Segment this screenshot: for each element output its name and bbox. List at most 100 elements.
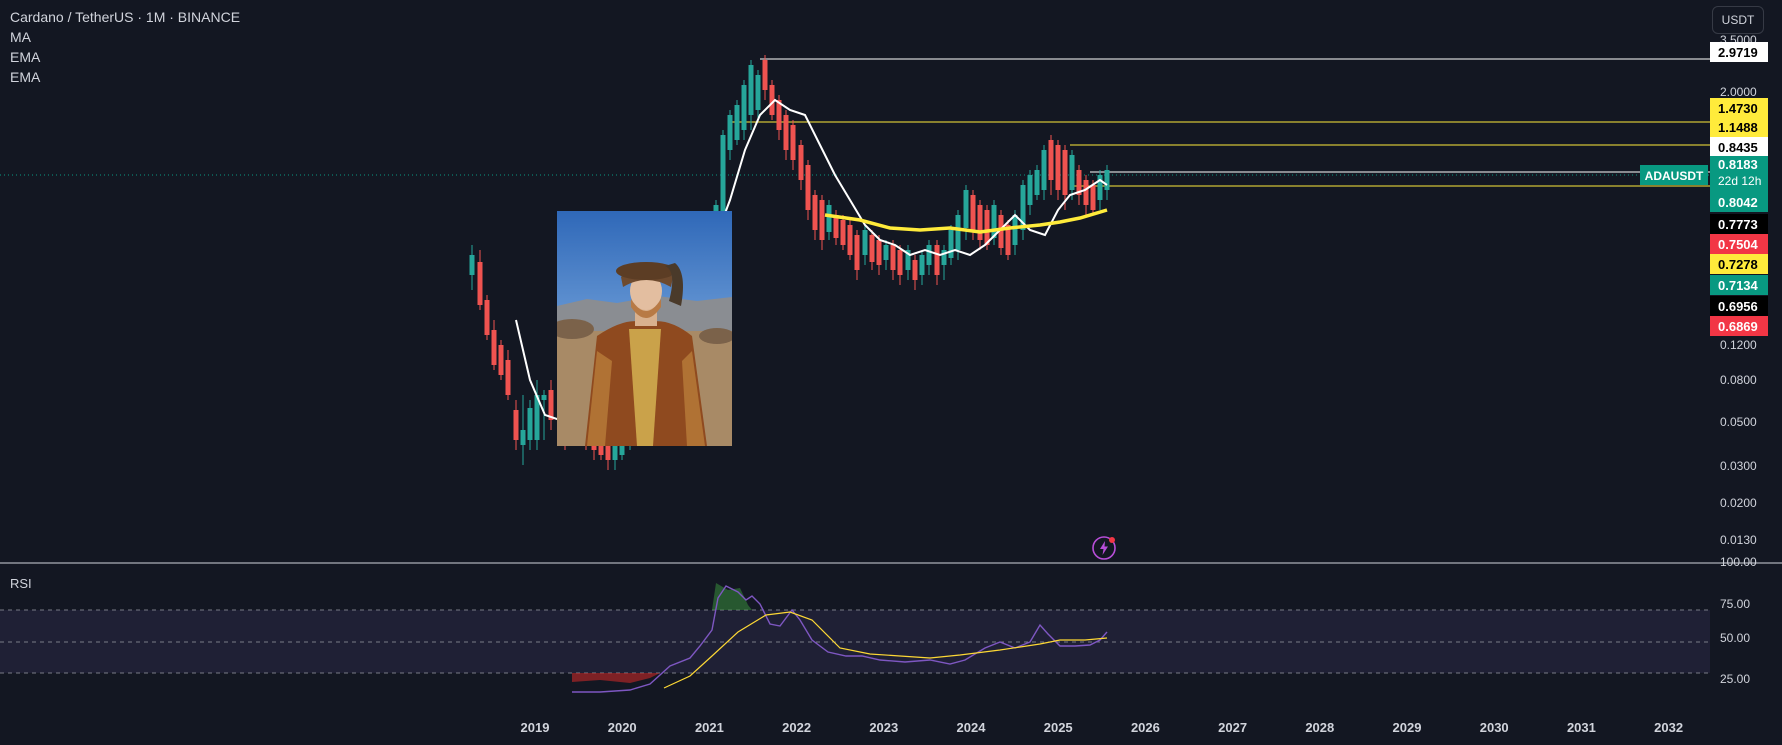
rsi-axis-tick: 25.00 bbox=[1720, 672, 1750, 686]
candle-body bbox=[948, 230, 954, 258]
time-axis-label: 2020 bbox=[608, 720, 637, 735]
rsi-overbought-fill bbox=[712, 583, 752, 610]
candle-body bbox=[513, 410, 519, 440]
candle-body bbox=[847, 225, 853, 255]
candle-body bbox=[812, 195, 818, 230]
candle-body bbox=[1090, 185, 1096, 210]
price-label-current-value: 0.8183 bbox=[1718, 157, 1758, 172]
candle-body bbox=[840, 220, 846, 245]
time-axis-label: 2021 bbox=[695, 720, 724, 735]
price-label-value: 1.1488 bbox=[1718, 120, 1758, 135]
candle-body bbox=[505, 360, 511, 395]
candle-body bbox=[890, 245, 896, 270]
candle-body bbox=[970, 195, 976, 230]
time-axis-label: 2023 bbox=[869, 720, 898, 735]
candle-body bbox=[541, 395, 547, 400]
rsi-axis-tick: 75.00 bbox=[1720, 597, 1750, 611]
time-axis-label: 2022 bbox=[782, 720, 811, 735]
candle-body bbox=[1069, 155, 1075, 190]
candle-body bbox=[1104, 170, 1110, 190]
price-axis-tick: 0.0500 bbox=[1720, 415, 1757, 429]
indicator-ma-label[interactable]: MA bbox=[10, 29, 31, 45]
symbol-title[interactable]: Cardano / TetherUS · 1M · BINANCE bbox=[10, 9, 240, 25]
chart-canvas[interactable]: 3.50002.00000.12000.08000.05000.03000.02… bbox=[0, 0, 1782, 745]
rsi-axis-tick: 100.00 bbox=[1720, 555, 1757, 569]
candle-body bbox=[762, 60, 768, 90]
rsi-oversold-fill bbox=[572, 673, 660, 683]
candle-body bbox=[527, 408, 533, 440]
candle-body bbox=[741, 85, 747, 130]
candle-body bbox=[883, 245, 889, 260]
time-axis-label: 2026 bbox=[1131, 720, 1160, 735]
price-label-value: 2.9719 bbox=[1718, 45, 1758, 60]
price-label-value: 0.7134 bbox=[1718, 278, 1759, 293]
time-axis-label: 2029 bbox=[1393, 720, 1422, 735]
candle-body bbox=[1012, 215, 1018, 245]
price-axis-tick: 0.0800 bbox=[1720, 373, 1757, 387]
time-axis-label: 2032 bbox=[1654, 720, 1683, 735]
currency-button[interactable]: USDT bbox=[1712, 6, 1764, 34]
candle-body bbox=[491, 330, 497, 365]
candle-body bbox=[484, 300, 490, 335]
candle-body bbox=[926, 245, 932, 265]
price-label-value: 0.8042 bbox=[1718, 195, 1758, 210]
lightning-icon[interactable] bbox=[1092, 536, 1116, 560]
candle-body bbox=[1055, 145, 1061, 190]
candle-body bbox=[963, 190, 969, 228]
candle-body bbox=[912, 260, 918, 280]
candle-body bbox=[477, 262, 483, 305]
time-axis-label: 2024 bbox=[957, 720, 987, 735]
price-label-value: 0.7773 bbox=[1718, 217, 1758, 232]
candle-body bbox=[755, 75, 761, 110]
price-axis-tick: 0.1200 bbox=[1720, 338, 1757, 352]
candle-body bbox=[783, 115, 789, 150]
rsi-axis-tick: 50.00 bbox=[1720, 631, 1750, 645]
candle-body bbox=[790, 125, 796, 160]
candle-body bbox=[876, 240, 882, 265]
candle-body bbox=[1041, 150, 1047, 190]
candle-body bbox=[826, 205, 832, 232]
candle-body bbox=[734, 105, 740, 140]
candle-body bbox=[727, 115, 733, 150]
candle-body bbox=[819, 200, 825, 240]
candle-body bbox=[1097, 175, 1103, 200]
candle-body bbox=[984, 210, 990, 245]
candle-body bbox=[955, 215, 961, 250]
candle-body bbox=[854, 235, 860, 270]
candle-body bbox=[919, 255, 925, 275]
candle-body bbox=[720, 135, 726, 220]
candle-body bbox=[1048, 140, 1054, 180]
candle-body bbox=[1083, 180, 1089, 205]
time-axis-label: 2019 bbox=[521, 720, 550, 735]
candle-body bbox=[469, 255, 475, 275]
candle-body bbox=[748, 65, 754, 115]
ticker-tag-label: ADAUSDT bbox=[1645, 169, 1704, 183]
candle-body bbox=[1062, 150, 1068, 195]
price-label-value: 1.4730 bbox=[1718, 101, 1758, 116]
candle-body bbox=[498, 345, 504, 375]
price-axis-tick: 0.0130 bbox=[1720, 533, 1757, 547]
rsi-pane-label[interactable]: RSI bbox=[10, 576, 32, 591]
price-label-countdown: 22d 12h bbox=[1718, 174, 1761, 188]
candle-body bbox=[934, 245, 940, 275]
price-label-value: 0.6869 bbox=[1718, 319, 1758, 334]
candle-body bbox=[798, 145, 804, 180]
candle-body bbox=[897, 250, 903, 275]
candle-body bbox=[869, 235, 875, 262]
candle-body bbox=[520, 430, 526, 445]
indicator-ema-label[interactable]: EMA bbox=[10, 49, 40, 65]
price-label-value: 0.6956 bbox=[1718, 299, 1758, 314]
price-label-value: 0.7504 bbox=[1718, 237, 1759, 252]
time-axis-label: 2030 bbox=[1480, 720, 1509, 735]
indicator-ema2-label[interactable]: EMA bbox=[10, 69, 40, 85]
candle-body bbox=[862, 230, 868, 255]
price-axis-tick: 2.0000 bbox=[1720, 85, 1757, 99]
time-axis-label: 2031 bbox=[1567, 720, 1596, 735]
candle-body bbox=[805, 165, 811, 210]
price-axis-tick: 0.0200 bbox=[1720, 496, 1757, 510]
price-axis-tick: 0.0300 bbox=[1720, 459, 1757, 473]
time-axis-label: 2028 bbox=[1305, 720, 1334, 735]
candle-body bbox=[1034, 170, 1040, 195]
time-axis-label: 2027 bbox=[1218, 720, 1247, 735]
time-axis-label: 2025 bbox=[1044, 720, 1073, 735]
